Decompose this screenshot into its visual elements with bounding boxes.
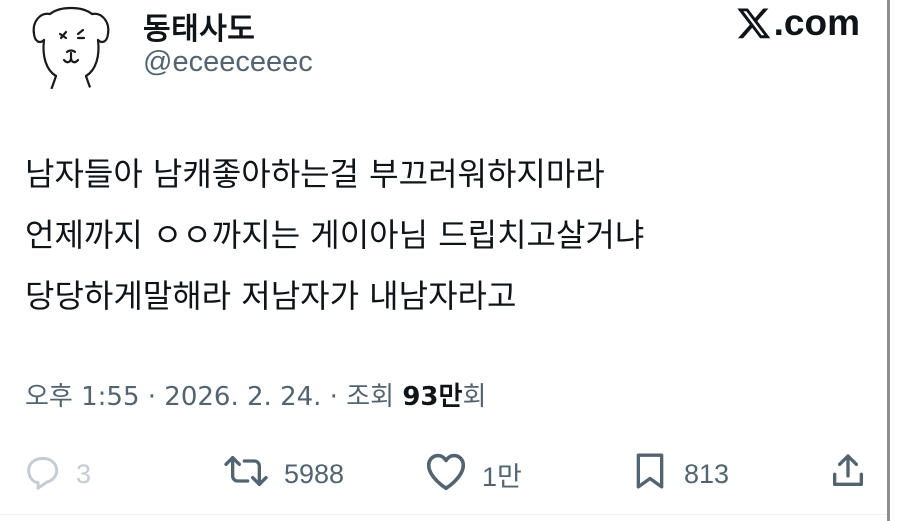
x-logo-icon bbox=[736, 5, 772, 41]
bookmark-count: 813 bbox=[684, 458, 730, 489]
tweet-line: 당당하게말해라 저남자가 내남자라고 bbox=[25, 277, 517, 315]
meta-separator: · bbox=[139, 382, 165, 412]
dog-doodle-avatar-icon bbox=[32, 6, 110, 92]
tweet-date[interactable]: 2026. 2. 24. bbox=[164, 382, 321, 412]
heart-icon bbox=[424, 451, 468, 498]
views-count: 93만 bbox=[402, 382, 463, 412]
like-button[interactable]: 1만 bbox=[424, 448, 522, 500]
bookmark-button[interactable]: 813 bbox=[630, 448, 729, 500]
right-edge-divider bbox=[887, 0, 890, 521]
avatar[interactable] bbox=[20, 0, 118, 92]
retweet-icon bbox=[222, 451, 270, 498]
like-count: 1만 bbox=[482, 461, 522, 492]
views-label-prefix: 조회 bbox=[346, 382, 403, 412]
tweet-body: 남자들아 남캐좋아하는걸 부끄러워하지마라 언제까지 ㅇㅇ까지는 게이아님 드립… bbox=[25, 144, 644, 327]
retweet-count: 5988 bbox=[284, 458, 345, 489]
share-icon bbox=[828, 451, 868, 498]
brand-domain-suffix: .com bbox=[773, 2, 860, 43]
x-com-brand: .com bbox=[736, 2, 860, 44]
bottom-divider bbox=[0, 514, 887, 515]
tweet-meta: 오후 1:55 · 2026. 2. 24. · 조회 93만회 bbox=[25, 376, 486, 413]
retweet-button[interactable]: 5988 bbox=[222, 448, 344, 500]
author-display-name[interactable]: 동태사도 bbox=[143, 4, 255, 48]
tweet-line: 언제까지 ㅇㅇ까지는 게이아님 드립치고살거냐 bbox=[25, 216, 645, 254]
bookmark-icon bbox=[630, 451, 670, 498]
reply-button[interactable]: 3 bbox=[22, 448, 91, 500]
tweet-line: 남자들아 남캐좋아하는걸 부끄러워하지마라 bbox=[25, 155, 605, 193]
reply-icon bbox=[22, 451, 62, 498]
tweet-time[interactable]: 오후 1:55 bbox=[25, 382, 140, 412]
meta-separator: · bbox=[321, 382, 347, 412]
share-button[interactable] bbox=[828, 448, 882, 500]
views-label-suffix: 회 bbox=[462, 382, 487, 412]
author-handle[interactable]: @eceeceeec bbox=[143, 46, 313, 79]
action-bar: 3 5988 1만 813 bbox=[0, 448, 887, 500]
reply-count: 3 bbox=[76, 458, 92, 489]
